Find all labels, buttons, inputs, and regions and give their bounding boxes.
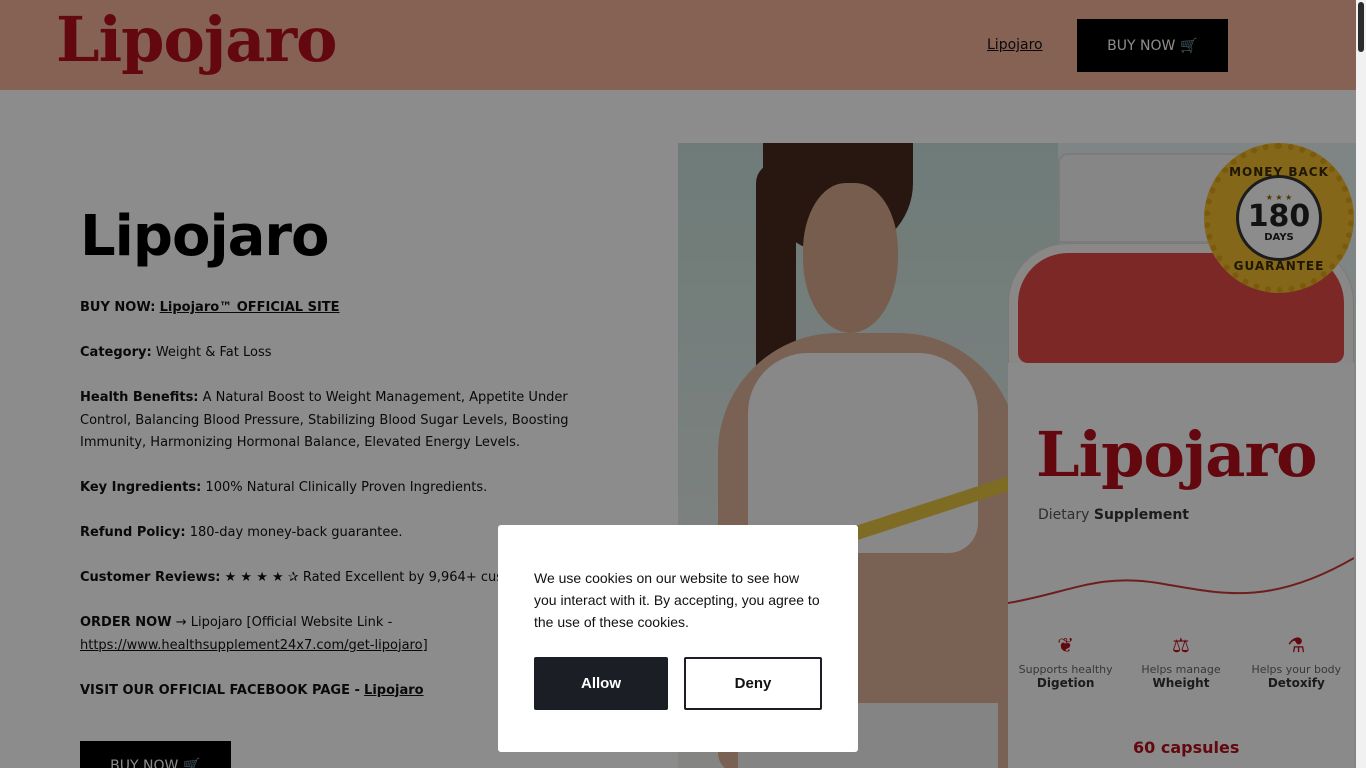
cookie-message: We use cookies on our website to see how… — [534, 570, 820, 630]
cookie-consent-dialog: We use cookies on our website to see how… — [498, 525, 858, 752]
allow-cookies-button[interactable]: Allow — [534, 657, 668, 710]
page-scrollbar[interactable] — [1356, 0, 1366, 768]
scrollbar-thumb[interactable] — [1358, 2, 1364, 52]
deny-cookies-button[interactable]: Deny — [684, 657, 822, 710]
